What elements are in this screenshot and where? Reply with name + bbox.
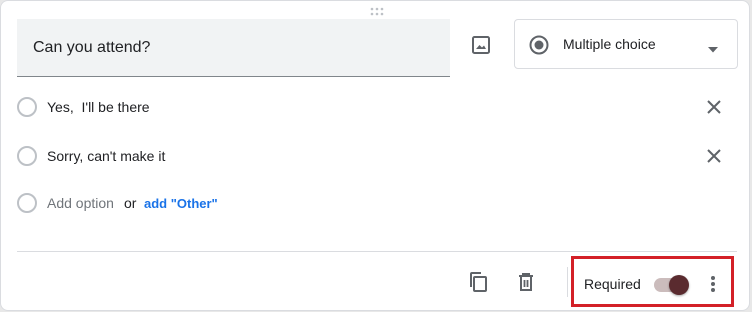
option-label[interactable]: Yes, I'll be there [47,99,150,115]
or-text: or [124,195,137,211]
copy-icon[interactable] [465,269,491,295]
question-title-text: Can you attend? [33,39,151,56]
question-type-label: Multiple choice [563,36,656,52]
option-row: Yes, I'll be there [17,96,737,120]
arrow-drop-down-icon [707,41,719,53]
option-radio [17,193,37,213]
drag-handle-icon[interactable] [369,4,385,16]
add-option-input[interactable]: Add option [47,195,114,211]
add-option-row: Add option or add "Other" [17,192,737,216]
option-radio [17,97,37,117]
add-other-link[interactable]: add "Other" [144,196,218,211]
option-radio [17,146,37,166]
required-highlight-box [571,256,734,307]
footer-separator [567,267,568,297]
question-title-input[interactable]: Can you attend? [17,19,450,77]
close-icon[interactable] [703,96,725,118]
footer-divider [17,251,737,252]
trash-icon[interactable] [513,269,539,295]
image-icon[interactable] [467,31,495,59]
close-icon[interactable] [703,145,725,167]
radio-button-checked-icon [529,35,549,55]
question-type-dropdown[interactable]: Multiple choice [514,19,738,69]
option-label[interactable]: Sorry, can't make it [47,148,165,164]
option-row: Sorry, can't make it [17,145,737,169]
